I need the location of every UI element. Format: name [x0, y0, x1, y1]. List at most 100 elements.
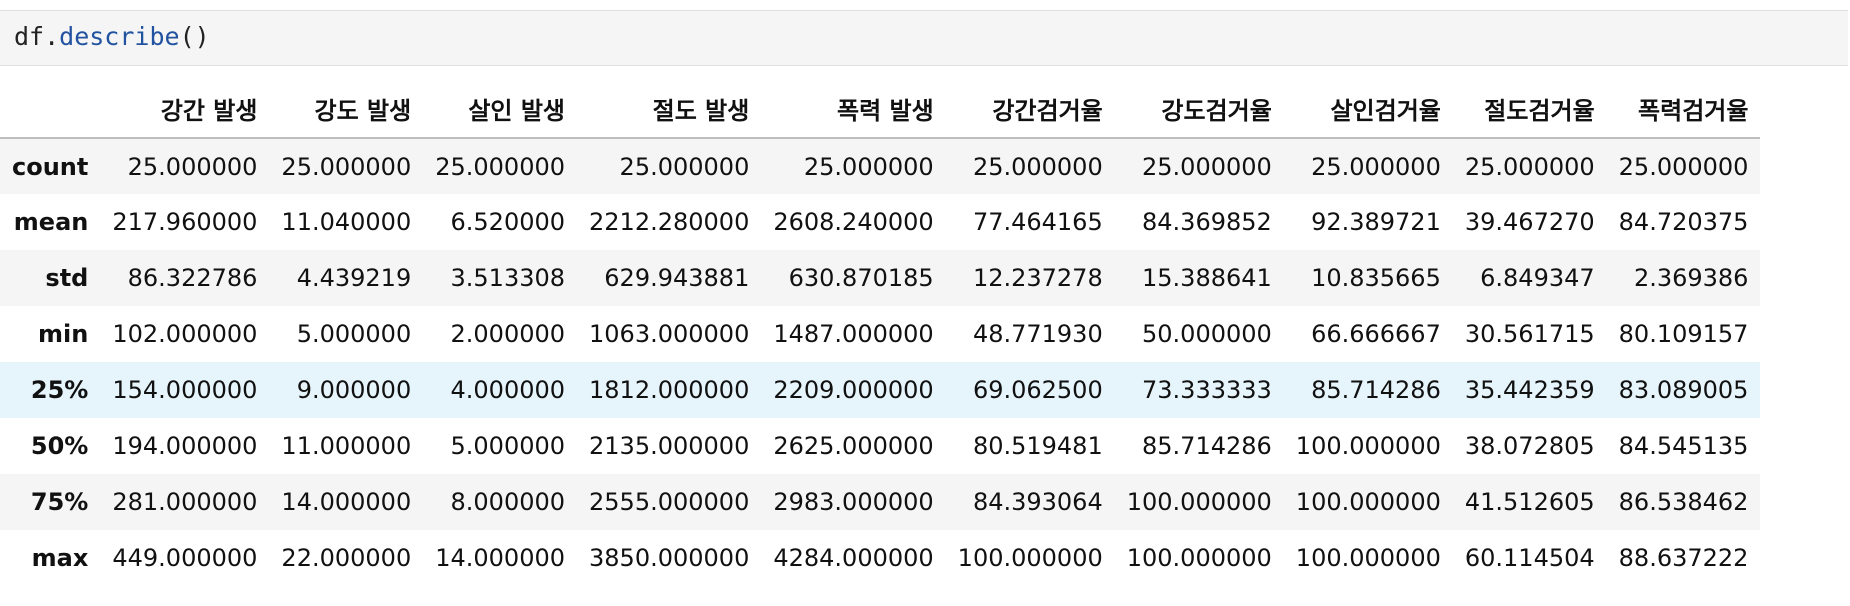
table-cell: 102.000000: [112, 320, 258, 348]
table-cell: 92.389721: [1311, 208, 1441, 236]
row-index-label: min: [38, 320, 89, 348]
table-cell: 1063.000000: [589, 320, 750, 348]
table-cell: 100.000000: [1126, 544, 1272, 572]
table-row: std 86.322786 4.439219 3.513308 629.943881 63…: [0, 250, 1761, 306]
table-cell: 48.771930: [972, 320, 1103, 348]
table-cell: 25.000000: [1142, 152, 1272, 181]
table-cell: 22.000000: [281, 544, 412, 572]
table-cell: 194.000000: [112, 432, 258, 460]
code-object: df.: [14, 22, 60, 51]
table-cell: 25.000000: [281, 152, 412, 181]
column-header: 폭력 발생: [761, 80, 946, 139]
table-cell: 100.000000: [1295, 544, 1441, 572]
table-cell: 15.388641: [1142, 264, 1272, 292]
table-cell: 6.849347: [1480, 264, 1595, 292]
table-cell: 449.000000: [112, 544, 258, 572]
code-function: describe: [59, 22, 180, 51]
table-cell: 80.109157: [1618, 320, 1749, 348]
table-header: 강간 발생 강도 발생 살인 발생 절도 발생 폭력 발생 강간검거율 강도검거율 살인검거율…: [0, 80, 1761, 139]
table-cell: 84.720375: [1618, 208, 1749, 236]
table-cell: 35.442359: [1464, 376, 1595, 404]
table-cell: 80.519481: [972, 432, 1103, 460]
table-cell: 30.561715: [1464, 320, 1595, 348]
table-cell: 4.439219: [296, 264, 412, 292]
table-cell: 25.000000: [1618, 152, 1749, 181]
table-cell: 2983.000000: [773, 488, 934, 516]
table-cell: 84.545135: [1618, 432, 1749, 460]
column-header: 강간검거율: [945, 80, 1115, 139]
column-header: 살인 발생: [423, 80, 578, 139]
column-header: 살인검거율: [1283, 80, 1453, 139]
table-cell: 2209.000000: [773, 376, 934, 404]
table-cell: 84.393064: [972, 488, 1103, 516]
row-index-label: 75%: [30, 488, 89, 516]
table-cell: 2608.240000: [773, 208, 934, 236]
table-cell: 4.000000: [450, 376, 566, 404]
row-index-label: 25%: [30, 376, 89, 404]
table-cell: 66.666667: [1311, 320, 1441, 348]
table-cell: 83.089005: [1618, 376, 1749, 404]
table-cell: 84.369852: [1142, 208, 1272, 236]
table-cell: 25.000000: [127, 152, 258, 181]
row-index-label: 50%: [30, 432, 89, 460]
table-cell: 2555.000000: [589, 488, 750, 516]
table-cell: 25.000000: [435, 152, 566, 181]
table-cell: 3.513308: [450, 264, 566, 292]
table-row: max 449.000000 22.000000 14.000000 3850.0000…: [0, 530, 1761, 586]
table-cell: 3850.000000: [589, 544, 750, 572]
column-header: 강간 발생: [100, 80, 270, 139]
table-cell: 100.000000: [1295, 432, 1441, 460]
table-cell: 39.467270: [1464, 208, 1595, 236]
column-header: 절도검거율: [1452, 80, 1607, 139]
code-cell[interactable]: df.describe(): [0, 10, 1848, 66]
table-row: min 102.000000 5.000000 2.000000 1063.000000…: [0, 306, 1761, 362]
table-cell: 5.000000: [296, 320, 412, 348]
table-row: mean 217.960000 11.040000 6.520000 2212.2800…: [0, 194, 1761, 250]
table-cell: 281.000000: [112, 488, 258, 516]
table-cell: 11.000000: [281, 432, 412, 460]
table-cell: 86.322786: [127, 264, 258, 292]
table-cell: 25.000000: [972, 152, 1103, 181]
table-cell: 2135.000000: [589, 432, 750, 460]
table-cell: 86.538462: [1618, 488, 1749, 516]
table-cell: 100.000000: [957, 544, 1103, 572]
row-index-label: max: [31, 544, 89, 572]
table-row: 25% 154.000000 9.000000 4.000000 1812.000000…: [0, 362, 1761, 418]
table-cell: 2212.280000: [589, 208, 750, 236]
table-cell: 73.333333: [1142, 376, 1272, 404]
table-row: 75% 281.000000 14.000000 8.000000 2555.00000…: [0, 474, 1761, 530]
table-cell: 629.943881: [604, 264, 750, 292]
table-cell: 100.000000: [1126, 488, 1272, 516]
table-cell: 25.000000: [803, 152, 934, 181]
table-cell: 2.000000: [450, 320, 566, 348]
row-index-label: mean: [13, 208, 89, 236]
table-cell: 1812.000000: [589, 376, 750, 404]
table-cell: 9.000000: [296, 376, 412, 404]
row-index-label: std: [45, 264, 89, 292]
table-cell: 4284.000000: [773, 544, 934, 572]
table-row: 50% 194.000000 11.000000 5.000000 2135.00000…: [0, 418, 1761, 474]
table-cell: 14.000000: [435, 544, 566, 572]
column-header: 폭력검거율: [1606, 80, 1761, 139]
table-cell: 5.000000: [450, 432, 566, 460]
table-row: count 25.000000 25.000000 25.000000 25.00000…: [0, 138, 1761, 194]
table-cell: 85.714286: [1142, 432, 1272, 460]
table-cell: 1487.000000: [773, 320, 934, 348]
dataframe-output: 강간 발생 강도 발생 살인 발생 절도 발생 폭력 발생 강간검거율 강도검거율 살인검거율…: [0, 80, 1761, 586]
table-cell: 630.870185: [788, 264, 934, 292]
table-cell: 12.237278: [972, 264, 1103, 292]
code-input[interactable]: df.describe(): [14, 22, 210, 52]
table-cell: 2.369386: [1633, 264, 1749, 292]
column-header: 절도 발생: [577, 80, 762, 139]
table-cell: 77.464165: [972, 208, 1103, 236]
table-cell: 14.000000: [281, 488, 412, 516]
table-cell: 38.072805: [1464, 432, 1595, 460]
table-cell: 2625.000000: [773, 432, 934, 460]
column-header: 강도검거율: [1114, 80, 1284, 139]
column-header: 강도 발생: [269, 80, 424, 139]
table-cell: 88.637222: [1618, 544, 1749, 572]
table-cell: 50.000000: [1142, 320, 1272, 348]
table-cell: 100.000000: [1295, 488, 1441, 516]
code-call-parens: (): [179, 22, 210, 51]
table-cell: 8.000000: [450, 488, 566, 516]
